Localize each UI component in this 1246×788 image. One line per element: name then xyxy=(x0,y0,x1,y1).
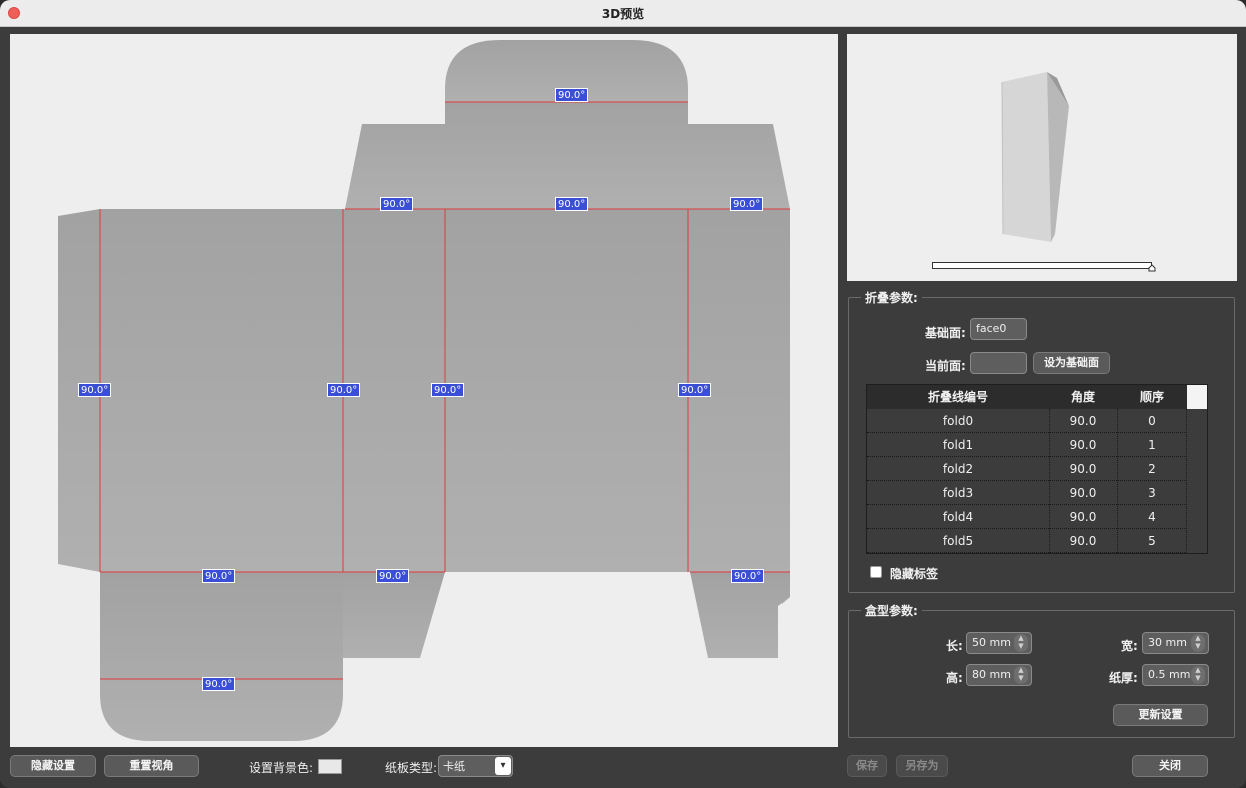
board-type-select[interactable]: 卡纸 ▾ xyxy=(438,755,513,777)
bottom-tuck-flap xyxy=(100,572,343,741)
fold-angle-label: 90.0° xyxy=(555,88,589,102)
title-bar: 3D预览 xyxy=(0,0,1246,27)
column-header-order[interactable]: 顺序 xyxy=(1117,385,1187,409)
width-stepper[interactable]: 30 mm ▲ ▼ xyxy=(1142,632,1209,654)
hide-labels-label: 隐藏标签 xyxy=(890,567,939,581)
base-face-field[interactable]: face0 xyxy=(970,318,1027,340)
column-header-fold-id[interactable]: 折叠线编号 xyxy=(867,385,1049,409)
table-row[interactable]: fold5 90.0 5 xyxy=(867,529,1187,553)
cell-angle[interactable]: 90.0 xyxy=(1049,433,1117,457)
height-value: 80 mm xyxy=(972,668,1011,681)
thickness-value: 0.5 mm xyxy=(1148,668,1191,681)
close-button[interactable]: 关闭 xyxy=(1132,755,1208,777)
stepper-arrows-icon[interactable]: ▲ ▼ xyxy=(1191,666,1205,684)
fold-angle-label: 90.0° xyxy=(202,569,236,583)
fold-angle-label: 90.0° xyxy=(730,197,764,211)
bottom-dust-flap-right xyxy=(690,572,790,658)
stepper-arrows-icon[interactable]: ▲ ▼ xyxy=(1014,666,1028,684)
width-value: 30 mm xyxy=(1148,636,1187,649)
fold-angle-label: 90.0° xyxy=(380,197,414,211)
fold-angle-label: 90.0° xyxy=(555,197,589,211)
cell-fold-id: fold5 xyxy=(942,534,974,548)
column-divider xyxy=(1049,409,1050,553)
table-row[interactable]: fold3 90.0 3 xyxy=(867,481,1187,505)
cell-order[interactable]: 0 xyxy=(1117,409,1187,433)
thickness-stepper[interactable]: 0.5 mm ▲ ▼ xyxy=(1142,664,1209,686)
preview-window: 3D预览 90.0° 90.0° 90.0° 90.0° 90.0° 90.0°… xyxy=(0,0,1246,788)
preview-3d-viewport[interactable] xyxy=(847,34,1237,281)
bg-color-label: 设置背景色: xyxy=(249,761,314,775)
body-panel-3 xyxy=(445,209,690,572)
cell-fold-id: fold3 xyxy=(942,486,974,500)
height-label: 高: xyxy=(946,671,963,685)
table-row[interactable]: fold2 90.0 2 xyxy=(867,457,1187,481)
window-title: 3D预览 xyxy=(601,7,645,21)
fold-angle-label: 90.0° xyxy=(431,383,465,397)
hide-labels-checkbox[interactable] xyxy=(870,566,882,578)
fold-angle-label: 90.0° xyxy=(327,383,361,397)
fold-angle-label: 90.0° xyxy=(678,383,712,397)
cell-angle[interactable]: 90.0 xyxy=(1049,409,1117,433)
thickness-label: 纸厚: xyxy=(1109,671,1138,685)
update-settings-button[interactable]: 更新设置 xyxy=(1113,704,1208,726)
hide-settings-button[interactable]: 隐藏设置 xyxy=(10,755,96,777)
slider-thumb-icon[interactable] xyxy=(1148,264,1156,272)
fold-lines-table[interactable]: 折叠线编号 角度 顺序 fold0 90.0 0 fold1 90.0 1 fo… xyxy=(866,384,1208,554)
cell-fold-id: fold0 xyxy=(942,414,974,428)
cell-fold-id: fold2 xyxy=(942,462,974,476)
board-type-value: 卡纸 xyxy=(443,760,465,773)
cell-order[interactable]: 4 xyxy=(1117,505,1187,529)
length-stepper[interactable]: 50 mm ▲ ▼ xyxy=(966,632,1032,654)
column-divider xyxy=(1186,409,1187,553)
current-face-field[interactable] xyxy=(970,352,1027,374)
fold-angle-label: 90.0° xyxy=(202,677,236,691)
stepper-arrows-icon[interactable]: ▲ ▼ xyxy=(1191,634,1205,652)
table-header: 折叠线编号 角度 顺序 xyxy=(867,385,1187,409)
bg-color-swatch[interactable] xyxy=(318,759,342,774)
length-label: 长: xyxy=(946,639,963,653)
table-corner xyxy=(1187,385,1207,409)
dieline-svg xyxy=(58,40,790,741)
top-lid-panel xyxy=(345,102,790,209)
rotation-slider[interactable] xyxy=(932,262,1152,269)
cell-order[interactable]: 2 xyxy=(1117,457,1187,481)
set-base-face-button[interactable]: 设为基础面 xyxy=(1033,352,1110,374)
save-button[interactable]: 保存 xyxy=(847,755,887,777)
cell-angle[interactable]: 90.0 xyxy=(1049,529,1117,553)
cell-angle[interactable]: 90.0 xyxy=(1049,457,1117,481)
body-panel-4 xyxy=(688,209,790,604)
fold-angle-label: 90.0° xyxy=(731,569,765,583)
cell-angle[interactable]: 90.0 xyxy=(1049,481,1117,505)
body-panel-1 xyxy=(100,209,345,572)
column-header-angle[interactable]: 角度 xyxy=(1049,385,1117,409)
bottom-dust-flap-left xyxy=(343,572,445,658)
dieline-canvas[interactable]: 90.0° 90.0° 90.0° 90.0° 90.0° 90.0° 90.0… xyxy=(10,34,838,747)
box-params-title: 盒型参数: xyxy=(861,602,922,619)
table-row[interactable]: fold4 90.0 4 xyxy=(867,505,1187,529)
cell-angle[interactable]: 90.0 xyxy=(1049,505,1117,529)
save-as-button[interactable]: 另存为 xyxy=(896,755,948,777)
box-3d-model xyxy=(1001,72,1069,242)
cell-order[interactable]: 1 xyxy=(1117,433,1187,457)
length-value: 50 mm xyxy=(972,636,1011,649)
cell-fold-id: fold4 xyxy=(942,510,974,524)
current-face-label: 当前面: xyxy=(925,359,966,373)
table-row[interactable]: fold0 90.0 0 xyxy=(867,409,1187,433)
fold-angle-label: 90.0° xyxy=(78,383,112,397)
cell-order[interactable]: 5 xyxy=(1117,529,1187,553)
base-face-label: 基础面: xyxy=(925,326,966,340)
table-row[interactable]: fold1 90.0 1 xyxy=(867,433,1187,457)
chevron-down-icon[interactable]: ▾ xyxy=(495,757,511,775)
cell-fold-id: fold1 xyxy=(942,438,974,452)
width-label: 宽: xyxy=(1121,639,1138,653)
fold-angle-label: 90.0° xyxy=(376,569,410,583)
cell-order[interactable]: 3 xyxy=(1117,481,1187,505)
reset-view-button[interactable]: 重置视角 xyxy=(104,755,199,777)
stepper-arrows-icon[interactable]: ▲ ▼ xyxy=(1014,634,1028,652)
height-stepper[interactable]: 80 mm ▲ ▼ xyxy=(966,664,1032,686)
column-divider xyxy=(1117,409,1118,553)
board-type-label: 纸板类型: xyxy=(385,761,438,775)
fold-params-title: 折叠参数: xyxy=(861,289,922,306)
